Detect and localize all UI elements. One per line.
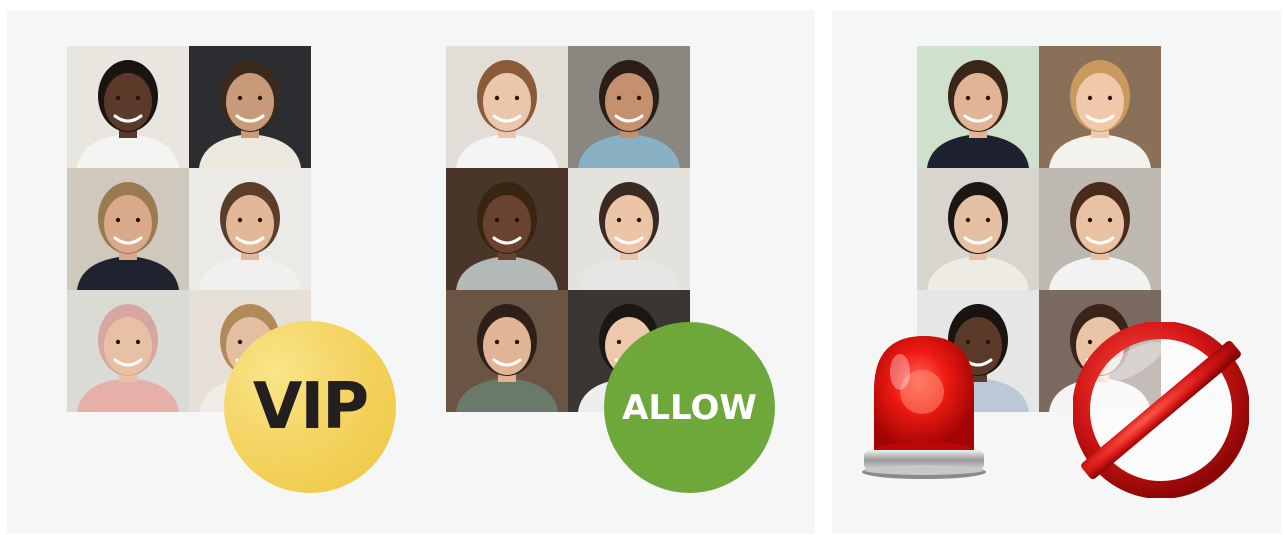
portrait-image [67, 168, 189, 290]
person-photo [67, 168, 189, 290]
vip-badge: VIP [224, 321, 396, 493]
allow-badge: ALLOW [604, 322, 775, 493]
portrait-image [67, 290, 189, 412]
portrait-image [1039, 168, 1161, 290]
allow-label: ALLOW [622, 387, 757, 428]
portrait-image [189, 46, 311, 168]
person-photo [189, 168, 311, 290]
portrait-image [568, 46, 690, 168]
portrait-image [189, 168, 311, 290]
no-entry-icon [1073, 322, 1249, 498]
person-photo [917, 46, 1039, 168]
person-photo [446, 46, 568, 168]
person-photo [67, 46, 189, 168]
portrait-image [917, 46, 1039, 168]
portrait-image [568, 168, 690, 290]
portrait-image [917, 168, 1039, 290]
person-photo [1039, 46, 1161, 168]
red-siren-icon [862, 336, 986, 479]
portrait-image [446, 168, 568, 290]
person-photo [568, 46, 690, 168]
person-photo [568, 168, 690, 290]
person-photo [1039, 168, 1161, 290]
portrait-image [1039, 46, 1161, 168]
person-photo [446, 290, 568, 412]
person-photo [917, 168, 1039, 290]
portrait-image [446, 46, 568, 168]
person-photo [446, 168, 568, 290]
portrait-image [67, 46, 189, 168]
person-photo [189, 46, 311, 168]
person-photo [67, 290, 189, 412]
vip-label: VIP [252, 370, 369, 444]
portrait-image [446, 290, 568, 412]
